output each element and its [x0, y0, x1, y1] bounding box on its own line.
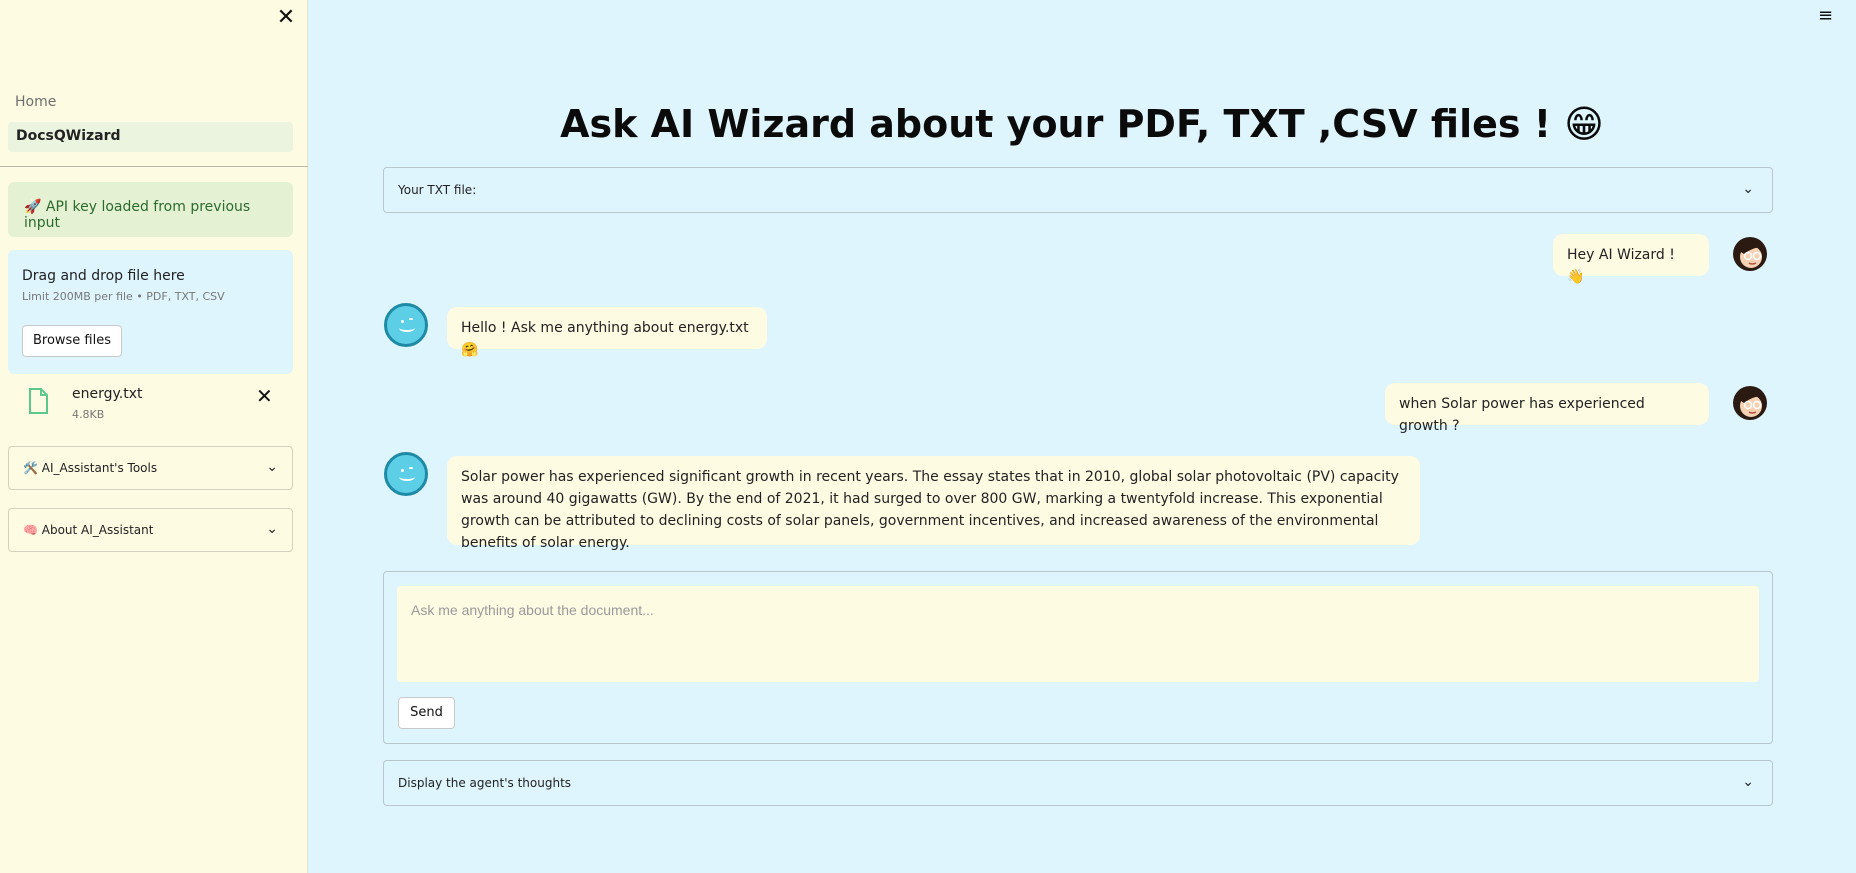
chevron-down-icon: ⌄: [1742, 774, 1754, 790]
assistant-avatar: [384, 303, 428, 347]
file-uploader-dropzone[interactable]: Drag and drop file here Limit 200MB per …: [8, 250, 293, 374]
chevron-down-icon: ⌄: [1742, 181, 1754, 197]
chat-input-form: Send: [383, 571, 1773, 744]
about-expander-label: 🧠 About AI_Assistant: [23, 523, 154, 537]
user-message: Hey AI Wizard ! 👋: [1553, 234, 1709, 285]
sidebar: ✕ Home DocsQWizard 🚀 API key loaded from…: [0, 0, 308, 873]
thoughts-expander[interactable]: Display the agent's thoughts ⌄: [383, 760, 1773, 806]
chevron-down-icon: ⌄: [266, 459, 278, 475]
assistant-avatar: [384, 452, 428, 496]
user-avatar: [1733, 237, 1767, 271]
file-name: energy.txt: [72, 386, 143, 402]
tools-expander[interactable]: 🛠️ AI_Assistant's Tools ⌄: [8, 446, 293, 490]
drag-drop-label: Drag and drop file here: [22, 268, 185, 284]
thoughts-expander-label: Display the agent's thoughts: [398, 776, 572, 790]
uploaded-file: energy.txt 4.8KB ✕: [8, 380, 293, 430]
upload-limit-text: Limit 200MB per file • PDF, TXT, CSV: [22, 290, 225, 303]
sidebar-divider: [0, 166, 308, 167]
remove-file-icon[interactable]: ✕: [256, 384, 273, 408]
file-icon: [29, 388, 48, 414]
nav-item-home[interactable]: Home: [15, 94, 56, 110]
user-avatar: [1733, 386, 1767, 420]
tools-expander-label: 🛠️ AI_Assistant's Tools: [23, 461, 158, 475]
txt-file-expander[interactable]: Your TXT file: ⌄: [383, 167, 1773, 213]
assistant-message: Solar power has experienced significant …: [447, 456, 1420, 551]
assistant-message: Hello ! Ask me anything about energy.txt…: [447, 307, 767, 358]
browse-files-button[interactable]: Browse files: [22, 325, 122, 357]
nav-item-docsqwizard[interactable]: DocsQWizard: [8, 122, 293, 152]
send-button[interactable]: Send: [398, 697, 455, 729]
page-title: Ask AI Wizard about your PDF, TXT ,CSV f…: [560, 102, 1604, 146]
menu-icon[interactable]: ≡: [1818, 7, 1838, 25]
about-expander[interactable]: 🧠 About AI_Assistant ⌄: [8, 508, 293, 552]
chevron-down-icon: ⌄: [266, 521, 278, 537]
txt-file-expander-label: Your TXT file:: [398, 183, 477, 197]
close-sidebar-icon[interactable]: ✕: [274, 6, 298, 30]
question-textarea[interactable]: [397, 586, 1759, 682]
file-size: 4.8KB: [72, 408, 105, 421]
api-key-status: 🚀 API key loaded from previous input: [8, 182, 293, 237]
user-message: when Solar power has experienced growth …: [1385, 383, 1709, 434]
